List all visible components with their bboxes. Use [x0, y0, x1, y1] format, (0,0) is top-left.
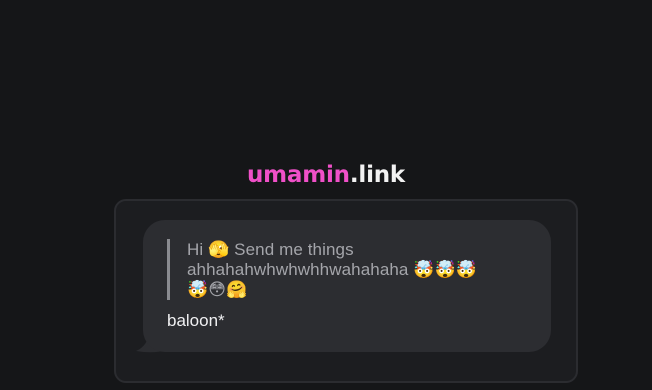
site-logo[interactable]: umamin.link — [0, 160, 652, 185]
page: umamin.link Hi 🫣 Send me things ahhahahw… — [0, 0, 652, 390]
logo-tld: .link — [349, 162, 406, 185]
reply-text: baloon* — [167, 311, 225, 330]
quoted-message-line: ahhahahwhwhwhhwahahaha 🤯🤯🤯 — [187, 260, 478, 279]
logo-name: umamin — [246, 162, 350, 185]
quoted-message-line: Hi 🫣 Send me things — [187, 240, 354, 259]
quoted-message: Hi 🫣 Send me things ahhahahwhwhwhhwahaha… — [167, 239, 527, 300]
quoted-message-line: 🤯😳🤗 — [187, 280, 248, 299]
